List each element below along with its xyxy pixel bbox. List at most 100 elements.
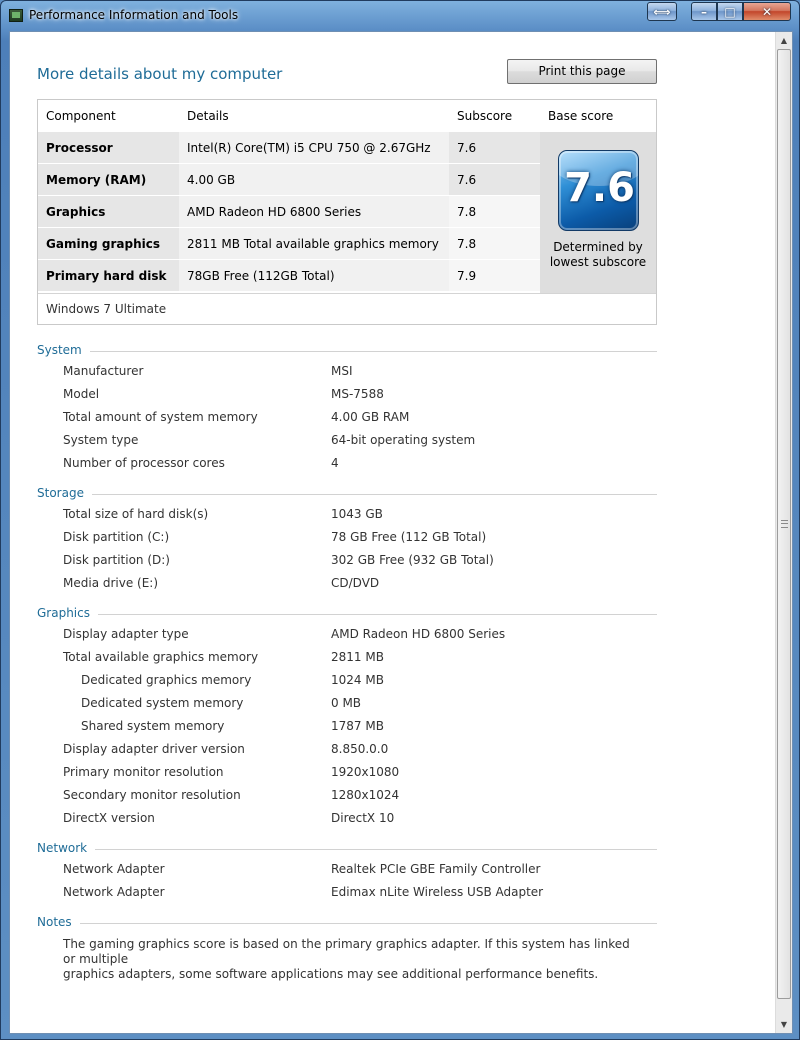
details-page: More details about my computer Print thi…	[10, 32, 776, 1033]
property-value: 1280x1024	[331, 788, 400, 802]
window-title: Performance Information and Tools	[29, 8, 239, 22]
property-value: MSI	[331, 364, 353, 378]
section-title: Network	[37, 841, 96, 855]
property-label: DirectX version	[63, 811, 155, 825]
scroll-thumb[interactable]	[777, 49, 791, 999]
resize-button[interactable]: ⟺	[647, 2, 677, 21]
component-subscore: 7.8	[449, 228, 540, 259]
property-label: Secondary monitor resolution	[63, 788, 241, 802]
section-title: Notes	[37, 915, 80, 929]
notes-line: The gaming graphics score is based on th…	[63, 937, 630, 966]
scroll-up-arrow-icon[interactable]: ▲	[776, 32, 792, 49]
property-label: Network Adapter	[63, 862, 165, 876]
component-name: Graphics	[38, 196, 179, 227]
os-edition: Windows 7 Ultimate	[38, 293, 656, 324]
property-label: Total available graphics memory	[63, 650, 259, 664]
notes-line: graphics adapters, some software applica…	[63, 967, 599, 981]
section-header: Storage	[37, 486, 657, 502]
section-divider	[37, 494, 657, 495]
property-value: Realtek PCIe GBE Family Controller	[331, 862, 541, 876]
list-item: Disk partition (C:) 78 GB Free (112 GB To…	[37, 525, 657, 548]
property-label: Total size of hard disk(s)	[63, 507, 209, 521]
property-value: 64-bit operating system	[331, 433, 476, 447]
list-item: Total size of hard disk(s) 1043 GB	[37, 502, 657, 525]
component-details: 2811 MB Total available graphics memory	[179, 228, 449, 259]
property-value: Edimax nLite Wireless USB Adapter	[331, 885, 544, 899]
graphics-section: Graphics Display adapter type AMD Radeon …	[37, 606, 657, 829]
scroll-down-arrow-icon[interactable]: ▼	[776, 1016, 792, 1033]
property-label: Media drive (E:)	[63, 576, 159, 590]
list-item: Dedicated graphics memory 1024 MB	[37, 668, 657, 691]
performance-monitor-icon	[9, 9, 23, 22]
title-bar[interactable]: Performance Information and Tools ⟺ – □ …	[1, 1, 800, 31]
list-item: Secondary monitor resolution 1280x1024	[37, 783, 657, 806]
list-item: Network Adapter Realtek PCIe GBE Family C…	[37, 857, 657, 880]
header-subscore: Subscore	[457, 109, 513, 123]
property-label: Primary monitor resolution	[63, 765, 224, 779]
section-header: System	[37, 343, 657, 359]
base-score-panel: 7.6 Determined by lowest subscore	[540, 132, 656, 293]
list-item: Model MS-7588	[37, 382, 657, 405]
score-table: Component Details Subscore Base score Pr…	[37, 99, 657, 325]
list-item: Media drive (E:) CD/DVD	[37, 571, 657, 594]
maximize-button[interactable]: □	[717, 2, 743, 21]
component-details: AMD Radeon HD 6800 Series	[179, 196, 449, 227]
property-label: Network Adapter	[63, 885, 165, 899]
header-details: Details	[187, 109, 229, 123]
list-item: Number of processor cores 4	[37, 451, 657, 474]
print-page-button[interactable]: Print this page	[507, 59, 657, 84]
property-value: CD/DVD	[331, 576, 380, 590]
list-item: DirectX version DirectX 10	[37, 806, 657, 829]
section-header: Network	[37, 841, 657, 857]
section-divider	[37, 849, 657, 850]
property-value: 1024 MB	[331, 673, 384, 687]
component-subscore: 7.9	[449, 260, 540, 291]
base-caption-line2: lowest subscore	[549, 255, 647, 269]
property-value: 78 GB Free (112 GB Total)	[331, 530, 487, 544]
property-value: MS-7588	[331, 387, 384, 401]
network-section: Network Network Adapter Realtek PCIe GBE …	[37, 841, 657, 903]
property-label: Number of processor cores	[63, 456, 225, 470]
property-label: Display adapter driver version	[63, 742, 245, 756]
component-details: Intel(R) Core(TM) i5 CPU 750 @ 2.67GHz	[179, 132, 449, 163]
property-label: Total amount of system memory	[63, 410, 258, 424]
system-section: System Manufacturer MSI Model MS-7588 Tota…	[37, 343, 657, 474]
property-label: Manufacturer	[63, 364, 144, 378]
component-subscore: 7.6	[449, 164, 540, 195]
window-frame: Performance Information and Tools ⟺ – □ …	[0, 0, 800, 1040]
list-item: Disk partition (D:) 302 GB Free (932 GB T…	[37, 548, 657, 571]
base-score-value: 7.6	[564, 165, 635, 211]
property-value: 1920x1080	[331, 765, 400, 779]
storage-section: Storage Total size of hard disk(s) 1043 G…	[37, 486, 657, 594]
section-title: Graphics	[37, 606, 98, 620]
component-name: Primary hard disk	[38, 260, 179, 291]
section-header: Graphics	[37, 606, 657, 622]
component-details: 78GB Free (112GB Total)	[179, 260, 449, 291]
score-table-header: Component Details Subscore Base score	[38, 100, 656, 132]
vertical-scrollbar[interactable]: ▲ ▼	[775, 32, 792, 1033]
list-item: Shared system memory 1787 MB	[37, 714, 657, 737]
close-icon: ✕	[761, 4, 773, 19]
property-value: 1787 MB	[331, 719, 384, 733]
component-details: 4.00 GB	[179, 164, 449, 195]
section-title: Storage	[37, 486, 92, 500]
property-value: 2811 MB	[331, 650, 384, 664]
minimize-button[interactable]: –	[691, 2, 717, 21]
scroll-grip-icon	[781, 520, 788, 528]
property-label: Display adapter type	[63, 627, 189, 641]
list-item: System type 64-bit operating system	[37, 428, 657, 451]
property-value: 8.850.0.0	[331, 742, 389, 756]
list-item: Display adapter driver version 8.850.0.0	[37, 737, 657, 760]
client-area: More details about my computer Print thi…	[9, 31, 793, 1034]
property-value: 302 GB Free (932 GB Total)	[331, 553, 494, 567]
header-base-score: Base score	[548, 109, 614, 123]
list-item: Total amount of system memory 4.00 GB RAM	[37, 405, 657, 428]
close-button[interactable]: ✕	[743, 2, 791, 21]
list-item: Total available graphics memory 2811 MB	[37, 645, 657, 668]
list-item: Manufacturer MSI	[37, 359, 657, 382]
component-name: Gaming graphics	[38, 228, 179, 259]
section-divider	[37, 351, 657, 352]
component-name: Processor	[38, 132, 179, 163]
resize-arrows-icon: ⟺	[653, 4, 671, 19]
property-value: 4	[331, 456, 339, 470]
